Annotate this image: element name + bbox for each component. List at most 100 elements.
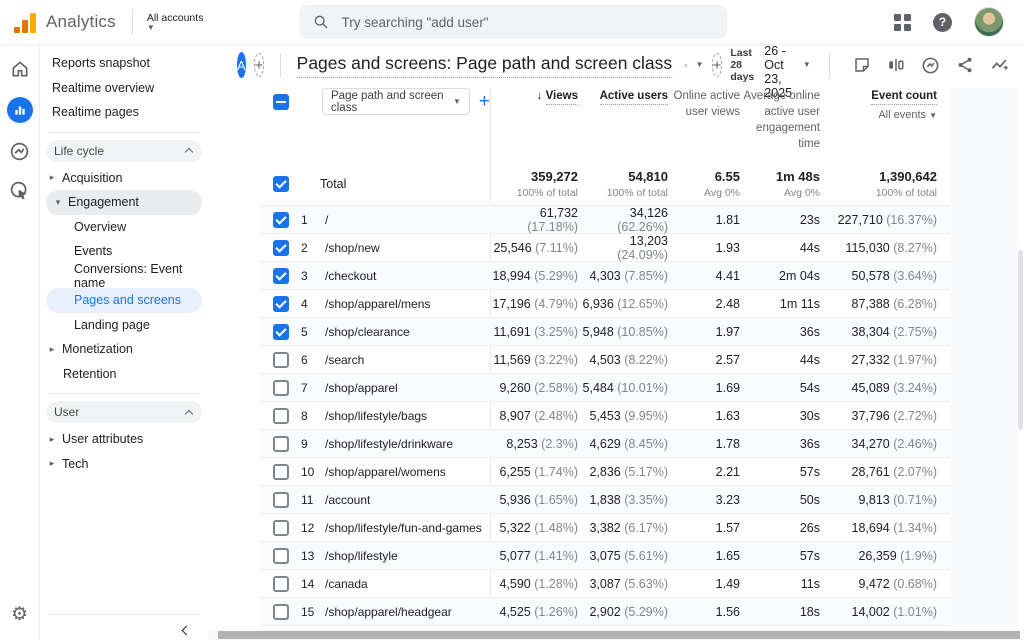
event-filter-dropdown[interactable]: All events ▼: [820, 108, 937, 123]
total-checkbox[interactable]: [273, 176, 289, 192]
row-page-path[interactable]: /shop/apparel/womens: [325, 465, 490, 479]
sidebar-item-landing-page[interactable]: Landing page: [40, 313, 208, 338]
add-dimension-button[interactable]: +: [479, 92, 490, 111]
sidebar-item-engagement[interactable]: ▾Engagement: [46, 190, 202, 215]
select-all-checkbox[interactable]: [273, 94, 289, 110]
nav-section-life-cycle[interactable]: Life cycle: [46, 140, 202, 162]
horizontal-scrollbar[interactable]: [218, 631, 1020, 639]
cell-views: 11,569 (3.22%): [490, 353, 578, 367]
add-comparison-button[interactable]: +: [254, 53, 265, 77]
sidebar-item-reports-snapshot[interactable]: Reports snapshot: [40, 51, 208, 76]
row-page-path[interactable]: /checkout: [325, 269, 490, 283]
sidebar-item-user-attributes[interactable]: ▸User attributes: [40, 427, 208, 452]
row-checkbox[interactable]: [273, 604, 289, 620]
cell-avg-engagement: 50s: [740, 493, 820, 507]
sidebar-item-monetization[interactable]: ▸Monetization: [40, 337, 208, 362]
property-badge[interactable]: A: [237, 52, 246, 78]
cell-avg-engagement: 11s: [740, 577, 820, 591]
notes-icon[interactable]: [853, 56, 871, 74]
admin-gear-icon[interactable]: ⚙: [11, 605, 28, 624]
cell-views: 6,255 (1.74%): [490, 465, 578, 479]
total-avg-engagement: 1m 48s: [740, 169, 820, 184]
row-number: 8: [301, 409, 325, 423]
explore-icon[interactable]: [9, 141, 30, 162]
row-checkbox[interactable]: [273, 212, 289, 228]
table-row: 10/shop/apparel/womens6,255 (1.74%)2,836…: [260, 458, 950, 486]
cell-online-views: 2.48: [668, 297, 740, 311]
sidebar-item-overview[interactable]: Overview: [40, 215, 208, 240]
nav-item-label: Engagement: [68, 195, 196, 209]
date-chevron-down-icon[interactable]: ▼: [803, 61, 811, 69]
row-page-path[interactable]: /search: [325, 353, 490, 367]
comparison-icon[interactable]: [887, 56, 905, 74]
dimension-selector[interactable]: Page path and screen class ▼: [322, 88, 470, 115]
row-page-path[interactable]: /account: [325, 493, 490, 507]
sidebar-item-events[interactable]: Events: [40, 239, 208, 264]
account-switcher[interactable]: All accounts ▼: [147, 12, 204, 32]
cell-event-count: 37,796 (2.72%): [820, 409, 937, 423]
cell-avg-engagement: 1m 11s: [740, 297, 820, 311]
row-checkbox[interactable]: [273, 380, 289, 396]
row-page-path[interactable]: /: [325, 213, 490, 227]
sidebar-item-realtime-pages[interactable]: Realtime pages: [40, 100, 208, 125]
cell-views: 9,260 (2.58%): [490, 381, 578, 395]
cell-views: 5,077 (1.41%): [490, 549, 578, 563]
title-chevron-down-icon[interactable]: ▼: [696, 61, 704, 69]
row-page-path[interactable]: /shop/lifestyle/fun-and-games: [325, 521, 490, 535]
vertical-scrollbar[interactable]: [1018, 250, 1023, 430]
row-page-path[interactable]: /shop/lifestyle/bags: [325, 409, 490, 423]
row-checkbox[interactable]: [273, 436, 289, 452]
home-icon[interactable]: [10, 59, 30, 79]
row-checkbox[interactable]: [273, 492, 289, 508]
nav-section-user[interactable]: User: [46, 401, 202, 423]
row-checkbox[interactable]: [273, 576, 289, 592]
row-checkbox[interactable]: [273, 240, 289, 256]
column-header-active-users[interactable]: Active users: [578, 88, 668, 104]
column-header-online-active-user-views[interactable]: Online active user views: [668, 88, 740, 120]
row-checkbox[interactable]: [273, 296, 289, 312]
sidebar-item-pages-and-screens[interactable]: Pages and screens: [46, 288, 202, 313]
row-checkbox[interactable]: [273, 408, 289, 424]
row-page-path[interactable]: /shop/clearance: [325, 325, 490, 339]
row-page-path[interactable]: /shop/apparel/mens: [325, 297, 490, 311]
total-active-users: 54,810: [578, 169, 668, 184]
row-checkbox[interactable]: [273, 548, 289, 564]
nav-item-label: Tech: [62, 457, 208, 471]
search-input[interactable]: Try searching "add user": [299, 5, 727, 39]
sidebar-item-conversions-event-name[interactable]: Conversions: Event name: [40, 264, 208, 289]
column-header-views[interactable]: ↓ Views: [490, 88, 578, 104]
sidebar-item-acquisition[interactable]: ▸Acquisition: [40, 166, 208, 191]
row-checkbox[interactable]: [273, 464, 289, 480]
add-report-button[interactable]: +: [712, 53, 723, 77]
nav-divider: [48, 132, 200, 133]
advertising-icon[interactable]: [9, 180, 30, 201]
collapse-nav-button[interactable]: [40, 627, 208, 640]
row-checkbox[interactable]: [273, 324, 289, 340]
report-table: Page path and screen class ▼ + ↓ Views A…: [260, 88, 950, 626]
row-page-path[interactable]: /shop/apparel/headgear: [325, 605, 490, 619]
column-header-event-count[interactable]: Event count All events ▼: [820, 88, 937, 123]
column-header-avg-engagement[interactable]: Average online active user engagement ti…: [740, 88, 820, 152]
sidebar-item-realtime-overview[interactable]: Realtime overview: [40, 76, 208, 101]
row-checkbox[interactable]: [273, 268, 289, 284]
avatar[interactable]: [974, 7, 1004, 37]
sidebar-item-tech[interactable]: ▸Tech: [40, 452, 208, 477]
row-page-path[interactable]: /shop/lifestyle: [325, 549, 490, 563]
data-quality-check-icon[interactable]: [684, 57, 687, 74]
row-checkbox[interactable]: [273, 520, 289, 536]
row-page-path[interactable]: /shop/apparel: [325, 381, 490, 395]
share-icon[interactable]: [956, 56, 974, 74]
trend-insights-icon[interactable]: [990, 55, 1010, 75]
insights-explore-icon[interactable]: [921, 56, 940, 75]
google-apps-icon[interactable]: [894, 14, 911, 31]
cell-active-users: 13,203 (24.09%): [578, 234, 668, 262]
reports-icon[interactable]: [7, 97, 33, 123]
row-page-path[interactable]: /shop/lifestyle/drinkware: [325, 437, 490, 451]
row-checkbox[interactable]: [273, 352, 289, 368]
cell-active-users: 34,126 (62.26%): [578, 206, 668, 234]
page-title[interactable]: Pages and screens: Page path and screen …: [297, 53, 673, 78]
row-page-path[interactable]: /shop/new: [325, 241, 490, 255]
sidebar-item-retention[interactable]: Retention: [40, 362, 208, 387]
help-icon[interactable]: ?: [933, 13, 952, 32]
row-page-path[interactable]: /canada: [325, 577, 490, 591]
